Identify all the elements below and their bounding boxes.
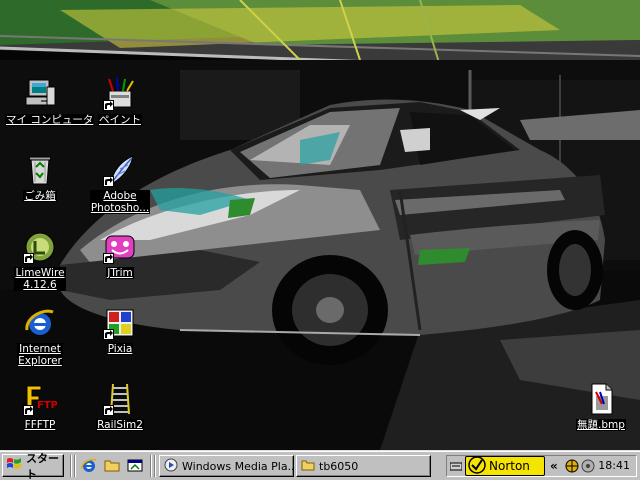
start-label: スタート <box>26 451 59 480</box>
limewire-icon <box>23 230 57 264</box>
desktop-icon-internet-explorer[interactable]: Internet Explorer <box>5 306 75 367</box>
shortcut-arrow-icon <box>103 405 114 416</box>
my-computer-icon <box>23 77 57 111</box>
photoshop-feather-icon <box>103 153 137 187</box>
desktop-icon-ffftp[interactable]: FTP FFFTP <box>5 382 75 431</box>
clock[interactable]: 18:41 <box>598 459 630 472</box>
norton-tray-button[interactable]: Norton <box>465 455 545 477</box>
start-button[interactable]: スタート <box>2 452 64 480</box>
desktop-icon-label: RailSim2 <box>96 419 144 431</box>
railsim-icon <box>103 382 137 416</box>
desktop-icon-photoshop[interactable]: Adobe Photosho... <box>85 153 155 214</box>
svg-text:FTP: FTP <box>37 400 57 411</box>
desktop-icon-railsim[interactable]: RailSim2 <box>85 382 155 431</box>
folder-icon <box>301 459 315 474</box>
taskbar: スタート Windows Media Pla... tb6050 Norton … <box>0 450 640 480</box>
desktop-icon-my-computer[interactable]: マイ コンピュータ <box>5 77 95 126</box>
desktop-icon-jtrim[interactable]: JTrim <box>85 230 155 279</box>
ffftp-icon: FTP <box>23 382 57 416</box>
shortcut-arrow-icon <box>103 176 114 187</box>
desktop-icon-label: Adobe Photosho... <box>89 190 151 214</box>
task-button-label: Windows Media Pla... <box>182 459 294 473</box>
internet-explorer-icon <box>81 457 97 476</box>
taskbar-separator <box>70 455 72 477</box>
windows-logo-icon <box>6 457 23 474</box>
ime-globe-icon[interactable] <box>565 459 579 476</box>
taskbar-separator <box>150 455 152 477</box>
shortcut-arrow-icon <box>23 253 34 264</box>
desktop-icon-label: ペイント <box>98 114 142 126</box>
quicklaunch-folder[interactable] <box>101 456 123 476</box>
jtrim-icon <box>103 230 137 264</box>
keyboard-icon[interactable] <box>449 460 463 475</box>
desktop-icon-label: ごみ箱 <box>23 190 57 202</box>
internet-explorer-icon <box>23 306 57 340</box>
shortcut-arrow-icon <box>103 100 114 111</box>
task-button-label: tb6050 <box>319 459 359 473</box>
desktop-icon-label: FFFTP <box>23 419 57 431</box>
desktop-icon-pixia[interactable]: Pixia <box>85 306 155 355</box>
desktop-icon-label: マイ コンピュータ <box>5 114 95 126</box>
system-tray: Norton « 18:41 <box>446 455 637 477</box>
pixia-icon <box>103 306 137 340</box>
desktop-icon-limewire[interactable]: LimeWire 4.12.6 <box>5 230 75 291</box>
paint-icon <box>103 77 137 111</box>
shortcut-arrow-icon <box>103 253 114 264</box>
taskbar-separator <box>154 455 156 477</box>
tray-expand-chevron[interactable]: « <box>550 459 558 473</box>
desktop-icon-label: Pixia <box>106 343 134 355</box>
media-player-icon <box>164 458 178 475</box>
recycle-bin-icon <box>23 153 57 187</box>
desktop-icon-bitmap-file[interactable]: 無題.bmp <box>566 382 636 431</box>
shortcut-arrow-icon <box>23 405 34 416</box>
folder-icon <box>104 458 120 475</box>
desktop-icon-label: JTrim <box>106 267 134 279</box>
norton-label: Norton <box>489 459 530 473</box>
task-button-media-player[interactable]: Windows Media Pla... <box>159 455 294 477</box>
show-desktop-icon <box>127 458 143 475</box>
quicklaunch-internet-explorer[interactable] <box>78 456 100 476</box>
desktop-icon-label: 無題.bmp <box>576 419 626 431</box>
taskbar-separator <box>74 455 76 477</box>
volume-icon[interactable] <box>581 459 595 476</box>
task-button-tb6050[interactable]: tb6050 <box>296 455 431 477</box>
bitmap-file-icon <box>584 382 618 416</box>
quicklaunch-show-desktop[interactable] <box>124 456 146 476</box>
desktop-icon-label: Internet Explorer <box>17 343 63 367</box>
norton-check-icon <box>468 455 486 477</box>
shortcut-arrow-icon <box>103 329 114 340</box>
desktop-icon-label: LimeWire 4.12.6 <box>14 267 66 291</box>
desktop-icon-recycle-bin[interactable]: ごみ箱 <box>5 153 75 202</box>
desktop-icon-paint[interactable]: ペイント <box>85 77 155 126</box>
